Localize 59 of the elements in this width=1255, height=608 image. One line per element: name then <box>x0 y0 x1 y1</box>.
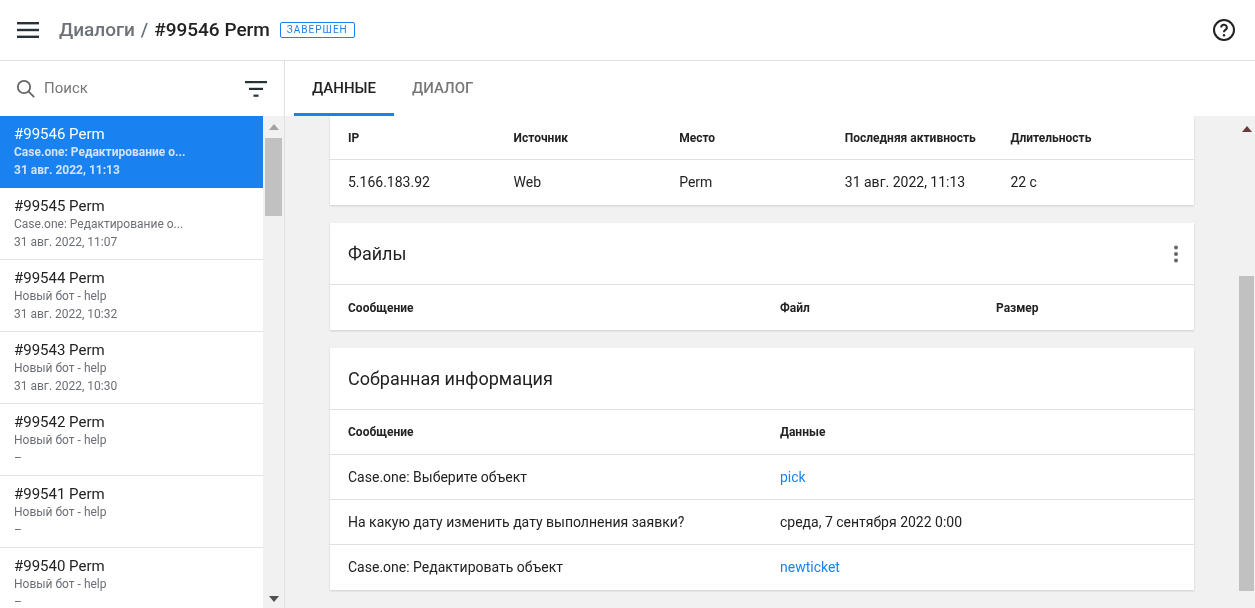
table-cell-text: 31 авг. 2022, 11:13 <box>844 173 967 192</box>
dialog-subtitle: Case.one: Редактирование о... <box>14 144 187 161</box>
table-cell-text: Case.one: Редактировать объект <box>348 558 564 577</box>
dialog-title: #99541 Perm <box>14 485 106 503</box>
dialog-time: – <box>14 522 23 539</box>
breadcrumb-link[interactable]: Диалоги <box>59 15 135 45</box>
dialog-time: – <box>14 594 23 608</box>
dialog-subtitle: Новый бот - help <box>14 288 108 305</box>
search-icon <box>16 78 36 99</box>
dialog-time: 31 авг. 2022, 10:32 <box>14 306 119 323</box>
table-cell-text: 5.166.183.92 <box>348 173 431 192</box>
data-link[interactable]: pick <box>780 466 806 488</box>
help-button[interactable] <box>1212 18 1236 42</box>
dialog-title: #99544 Perm <box>14 269 106 287</box>
more-button[interactable] <box>1173 244 1179 263</box>
breadcrumb-separator: / <box>140 16 149 43</box>
dialog-time: 31 авг. 2022, 11:07 <box>14 234 119 251</box>
dialog-subtitle: Case.one: Редактирование о... <box>14 216 185 233</box>
column-header: IP <box>348 129 361 147</box>
column-header: Сообщение <box>348 424 415 441</box>
dialog-title: #99545 Perm <box>14 197 106 215</box>
column-header: Длительность <box>1010 129 1093 147</box>
filter-button[interactable] <box>245 80 267 97</box>
dialog-subtitle: Новый бот - help <box>14 576 108 593</box>
dialog-time: – <box>14 450 23 467</box>
status-badge: ЗАВЕРШЕН <box>279 22 355 38</box>
table-cell-text: Perm <box>679 173 714 192</box>
menu-icon <box>17 22 39 38</box>
table-cell-text: среда, 7 сентября 2022 0:00 <box>780 512 964 532</box>
card-title: Собранная информация <box>348 367 553 391</box>
column-header: Сообщение <box>348 299 415 317</box>
filter-icon <box>245 80 267 97</box>
help-icon <box>1212 18 1236 42</box>
data-link[interactable]: newticket <box>780 557 840 578</box>
column-header: Источник <box>513 129 569 147</box>
page-title: #99546 Perm <box>154 16 270 43</box>
search-field[interactable]: Поиск <box>44 77 237 100</box>
tab[interactable]: ДИАЛОГ <box>394 61 492 116</box>
more-icon <box>1173 244 1179 263</box>
column-header: Данные <box>780 424 827 441</box>
column-header: Файл <box>780 299 811 317</box>
column-header: Последняя активность <box>844 129 977 147</box>
dialog-subtitle: Новый бот - help <box>14 360 108 377</box>
dialog-item[interactable]: #99546 Perm Case.one: Редактирование о... 31 авг. 2022, 11:13 <box>0 116 263 188</box>
dialog-time: 31 авг. 2022, 10:30 <box>14 378 119 395</box>
table-cell-text: Case.one: Выберите объект <box>348 467 528 487</box>
dialog-title: #99546 Perm <box>14 125 106 143</box>
table-cell-text: Web <box>513 173 543 192</box>
table-cell-text: На какую дату изменить дату выполнения заявки? <box>348 512 686 532</box>
dialog-time: 31 авг. 2022, 11:13 <box>14 162 121 179</box>
dialog-subtitle: Новый бот - help <box>14 504 108 521</box>
dialog-title: #99543 Perm <box>14 341 106 359</box>
dialog-title: #99540 Perm <box>14 557 106 575</box>
table-cell-text: 22 с <box>1010 173 1038 192</box>
card-title: Файлы <box>348 242 408 266</box>
column-header: Место <box>679 129 717 147</box>
dialog-subtitle: Новый бот - help <box>14 432 108 449</box>
dialog-title: #99542 Perm <box>14 413 106 431</box>
column-header: Размер <box>996 299 1040 317</box>
